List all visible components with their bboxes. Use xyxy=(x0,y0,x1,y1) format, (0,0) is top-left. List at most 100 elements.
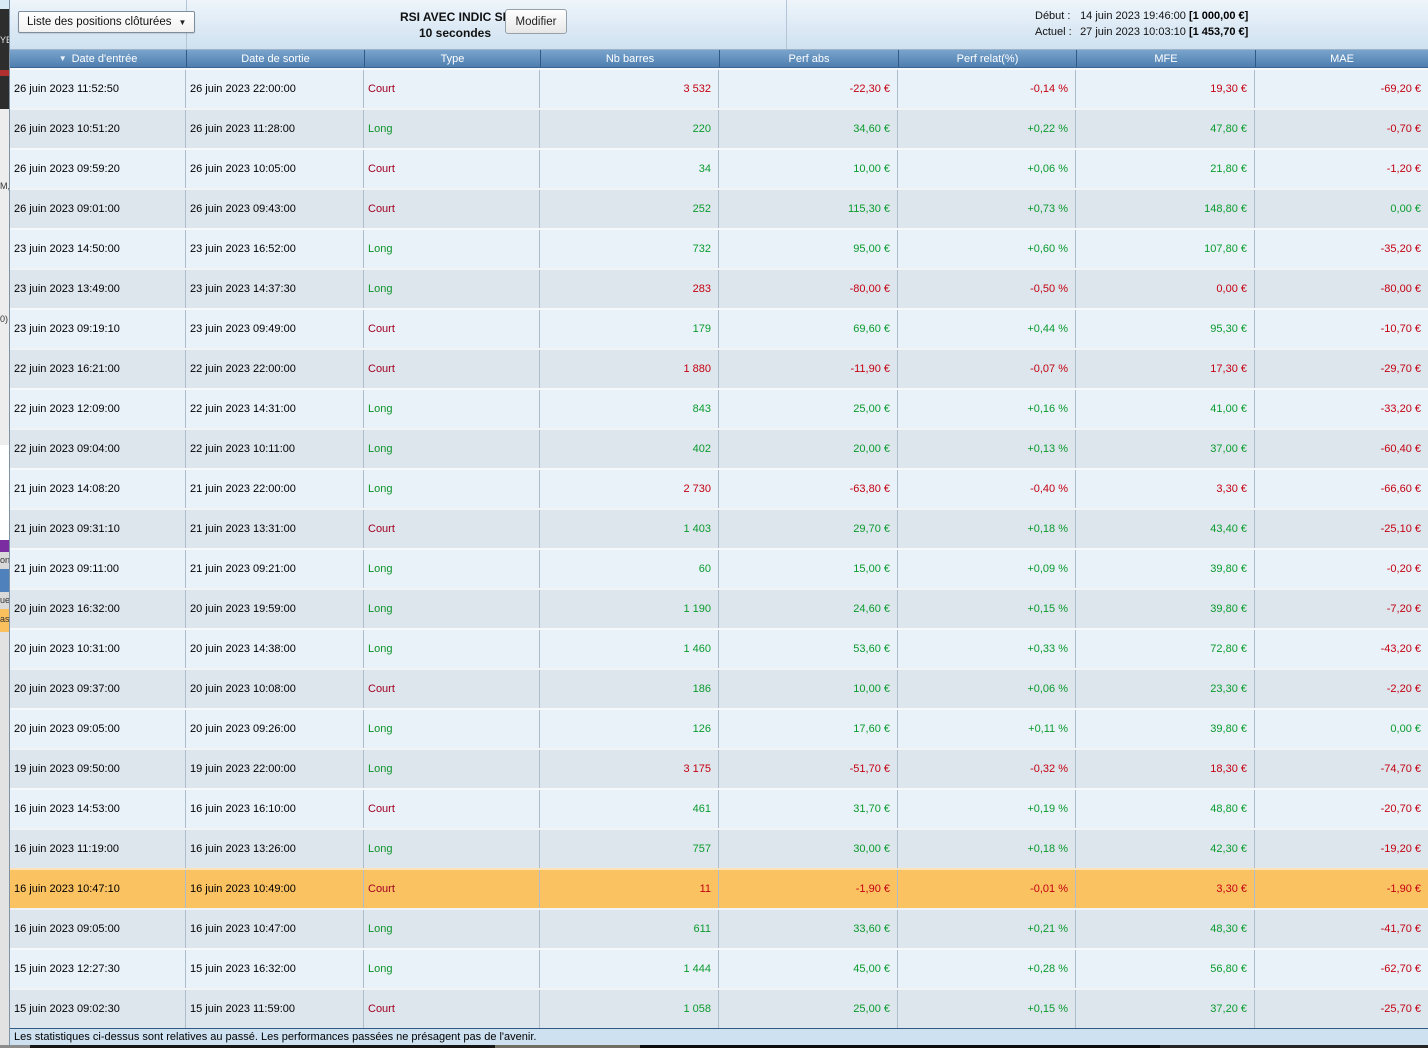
cell-mae: -41,70 € xyxy=(1380,923,1421,935)
cell-entry: 22 juin 2023 12:09:00 xyxy=(10,390,186,428)
cell-perf-abs: 115,30 € xyxy=(719,190,898,228)
table-row[interactable]: 15 juin 2023 09:02:30 15 juin 2023 11:59:… xyxy=(10,988,1428,1028)
cell-perf-rel: +0,19 % xyxy=(898,790,1076,828)
cell-bars: 220 xyxy=(540,110,719,148)
cell-bars: 186 xyxy=(540,670,719,708)
cell-exit: 20 juin 2023 14:38:00 xyxy=(186,630,364,668)
table-row[interactable]: 26 juin 2023 10:51:20 26 juin 2023 11:28:… xyxy=(10,108,1428,148)
cell-perf-abs: 25,00 € xyxy=(719,390,898,428)
background-fragment: ue xyxy=(0,592,9,609)
cell-mae: -69,20 € xyxy=(1380,83,1421,95)
cell-entry: 19 juin 2023 09:50:00 xyxy=(10,750,186,788)
cell-type: Long xyxy=(364,830,540,868)
table-row[interactable]: 16 juin 2023 11:19:00 16 juin 2023 13:26:… xyxy=(10,828,1428,868)
cell-type: Long xyxy=(364,710,540,748)
system-timeframe: 10 secondes xyxy=(418,26,492,40)
table-row[interactable]: 16 juin 2023 09:05:00 16 juin 2023 10:47:… xyxy=(10,908,1428,948)
table-row[interactable]: 15 juin 2023 12:27:30 15 juin 2023 16:32:… xyxy=(10,948,1428,988)
column-header-mae[interactable]: MAE xyxy=(1255,50,1428,67)
cell-perf-rel: +0,18 % xyxy=(898,510,1076,548)
cell-bars: 179 xyxy=(540,310,719,348)
cell-mae: -10,70 € xyxy=(1380,323,1421,335)
cell-exit: 20 juin 2023 19:59:00 xyxy=(186,590,364,628)
cell-entry: 15 juin 2023 12:27:30 xyxy=(10,950,186,988)
column-header-perf-relat[interactable]: Perf relat(%) xyxy=(898,50,1076,67)
column-header-mfe[interactable]: MFE xyxy=(1076,50,1255,67)
cell-mfe: 107,80 € xyxy=(1076,230,1255,268)
cell-mae: -29,70 € xyxy=(1380,363,1421,375)
cell-perf-abs: 15,00 € xyxy=(719,550,898,588)
cell-perf-rel: +0,16 % xyxy=(898,390,1076,428)
table-row-selected[interactable]: 16 juin 2023 10:47:10 16 juin 2023 10:49:… xyxy=(10,868,1428,908)
modify-button[interactable]: Modifier xyxy=(505,9,567,34)
cell-type: Court xyxy=(364,70,540,108)
cell-exit: 20 juin 2023 09:26:00 xyxy=(186,710,364,748)
cell-mfe: 23,30 € xyxy=(1076,670,1255,708)
cell-perf-abs: 30,00 € xyxy=(719,830,898,868)
cell-type: Court xyxy=(364,790,540,828)
table-row[interactable]: 21 juin 2023 09:11:00 21 juin 2023 09:21:… xyxy=(10,548,1428,588)
cell-perf-abs: 20,00 € xyxy=(719,430,898,468)
cell-mae: 0,00 € xyxy=(1390,203,1421,215)
table-row[interactable]: 21 juin 2023 09:31:10 21 juin 2023 13:31:… xyxy=(10,508,1428,548)
cell-type: Long xyxy=(364,390,540,428)
cell-mae: -25,70 € xyxy=(1380,1003,1421,1015)
table-row[interactable]: 23 juin 2023 14:50:00 23 juin 2023 16:52:… xyxy=(10,228,1428,268)
cell-exit: 22 juin 2023 10:11:00 xyxy=(186,430,364,468)
cell-mfe: 21,80 € xyxy=(1076,150,1255,188)
cell-entry: 26 juin 2023 11:52:50 xyxy=(10,70,186,108)
column-header-date-de-sortie[interactable]: Date de sortie xyxy=(186,50,364,67)
cell-mfe: 56,80 € xyxy=(1076,950,1255,988)
cell-exit: 16 juin 2023 16:10:00 xyxy=(186,790,364,828)
cell-mae: -74,70 € xyxy=(1380,763,1421,775)
table-row[interactable]: 26 juin 2023 09:59:20 26 juin 2023 10:05:… xyxy=(10,148,1428,188)
table-row[interactable]: 22 juin 2023 12:09:00 22 juin 2023 14:31:… xyxy=(10,388,1428,428)
cell-exit: 19 juin 2023 22:00:00 xyxy=(186,750,364,788)
table-row[interactable]: 22 juin 2023 09:04:00 22 juin 2023 10:11:… xyxy=(10,428,1428,468)
system-name: RSI AVEC INDIC SL xyxy=(399,10,511,24)
cell-mae: -66,60 € xyxy=(1380,483,1421,495)
cell-exit: 21 juin 2023 09:21:00 xyxy=(186,550,364,588)
cell-perf-rel: +0,22 % xyxy=(898,110,1076,148)
column-header-date-d-entr-e[interactable]: ▼ Date d'entrée xyxy=(10,50,186,67)
cell-bars: 3 532 xyxy=(540,70,719,108)
table-row[interactable]: 20 juin 2023 09:37:00 20 juin 2023 10:08:… xyxy=(10,668,1428,708)
table-row[interactable]: 23 juin 2023 09:19:10 23 juin 2023 09:49:… xyxy=(10,308,1428,348)
background-fragment: on xyxy=(0,552,9,569)
equity-current-line: Actuel : 27 juin 2023 10:03:10 [1 453,70… xyxy=(1035,24,1248,40)
cell-perf-rel: +0,21 % xyxy=(898,910,1076,948)
table-row[interactable]: 22 juin 2023 16:21:00 22 juin 2023 22:00:… xyxy=(10,348,1428,388)
column-header-label: Type xyxy=(440,52,465,65)
cell-perf-rel: +0,18 % xyxy=(898,830,1076,868)
cell-type: Long xyxy=(364,910,540,948)
table-row[interactable]: 20 juin 2023 10:31:00 20 juin 2023 14:38:… xyxy=(10,628,1428,668)
cell-perf-rel: -0,14 % xyxy=(898,70,1076,108)
cell-type: Court xyxy=(364,510,540,548)
table-row[interactable]: 20 juin 2023 09:05:00 20 juin 2023 09:26:… xyxy=(10,708,1428,748)
cell-mae: -33,20 € xyxy=(1380,403,1421,415)
cell-bars: 402 xyxy=(540,430,719,468)
cell-exit: 26 juin 2023 10:05:00 xyxy=(186,150,364,188)
positions-list-dropdown[interactable]: Liste des positions clôturées ▼ xyxy=(18,11,196,33)
column-header-type[interactable]: Type xyxy=(364,50,540,67)
table-row[interactable]: 23 juin 2023 13:49:00 23 juin 2023 14:37:… xyxy=(10,268,1428,308)
cell-exit: 26 juin 2023 22:00:00 xyxy=(186,70,364,108)
background-app-sliver: YBM,0) on ueas xyxy=(0,0,10,1048)
column-header-nb-barres[interactable]: Nb barres xyxy=(540,50,719,67)
table-row[interactable]: 26 juin 2023 11:52:50 26 juin 2023 22:00:… xyxy=(10,68,1428,108)
cell-exit: 21 juin 2023 13:31:00 xyxy=(186,510,364,548)
cell-perf-abs: -80,00 € xyxy=(719,270,898,308)
table-row[interactable]: 19 juin 2023 09:50:00 19 juin 2023 22:00:… xyxy=(10,748,1428,788)
background-fragment xyxy=(0,540,9,552)
table-row[interactable]: 20 juin 2023 16:32:00 20 juin 2023 19:59:… xyxy=(10,588,1428,628)
table-row[interactable]: 21 juin 2023 14:08:20 21 juin 2023 22:00:… xyxy=(10,468,1428,508)
cell-mae: -35,20 € xyxy=(1380,243,1421,255)
cell-mfe: 39,80 € xyxy=(1076,590,1255,628)
table-row[interactable]: 16 juin 2023 14:53:00 16 juin 2023 16:10:… xyxy=(10,788,1428,828)
table-row[interactable]: 26 juin 2023 09:01:00 26 juin 2023 09:43:… xyxy=(10,188,1428,228)
cell-mfe: 3,30 € xyxy=(1076,870,1255,908)
cell-perf-rel: +0,28 % xyxy=(898,950,1076,988)
column-header-label: Perf relat(%) xyxy=(956,52,1019,65)
cell-mae: -60,40 € xyxy=(1380,443,1421,455)
column-header-perf-abs[interactable]: Perf abs xyxy=(719,50,898,67)
